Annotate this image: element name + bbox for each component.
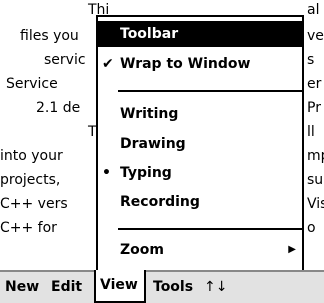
menu-separator-2 bbox=[118, 228, 302, 230]
menu-item-recording-label: Recording bbox=[120, 194, 200, 210]
menu-item-wrap-to-window[interactable]: ✔ Wrap to Window bbox=[98, 51, 302, 77]
doc-line-9: C++ vers bbox=[0, 196, 68, 212]
doc-right-fragment-10: o bbox=[307, 220, 316, 236]
menu-separator-1 bbox=[118, 90, 302, 92]
menu-item-typing[interactable]: • Typing bbox=[98, 160, 302, 186]
doc-line-8: projects, bbox=[0, 172, 61, 188]
up-down-arrows-icon[interactable]: ↑↓ bbox=[204, 272, 227, 303]
menu-item-recording[interactable]: Recording bbox=[98, 189, 302, 215]
doc-right-fragment-7: mp bbox=[307, 148, 324, 164]
doc-right-fragment-9: Vis bbox=[307, 196, 324, 212]
menu-item-zoom-label: Zoom bbox=[120, 242, 164, 258]
doc-right-fragment-3: s bbox=[307, 52, 315, 68]
menu-item-toolbar-label: Toolbar bbox=[120, 26, 179, 42]
doc-right-fragment-5: Pr bbox=[307, 100, 321, 116]
checkmark-icon: ✔ bbox=[102, 56, 114, 72]
menu-item-writing[interactable]: Writing bbox=[98, 101, 302, 127]
menu-view[interactable]: View bbox=[94, 270, 146, 303]
doc-line-5: 2.1 de bbox=[36, 100, 81, 116]
menu-item-zoom[interactable]: Zoom ▶ bbox=[98, 237, 302, 263]
view-menu: Toolbar ✔ Wrap to Window Writing Drawing… bbox=[96, 15, 304, 272]
doc-line-7: into your bbox=[0, 148, 63, 164]
bullet-icon: • bbox=[102, 165, 111, 181]
doc-right-fragment-4: er bbox=[307, 76, 322, 92]
menu-item-writing-label: Writing bbox=[120, 106, 179, 122]
doc-line-2: files you bbox=[20, 28, 79, 44]
doc-right-fragment-8: su bbox=[307, 172, 324, 188]
doc-line-4: Service bbox=[6, 76, 58, 92]
menu-new[interactable]: New bbox=[5, 272, 39, 303]
menu-tools[interactable]: Tools bbox=[153, 272, 193, 303]
doc-right-fragment-6: ll bbox=[307, 124, 315, 140]
doc-right-fragment-1: al bbox=[307, 2, 320, 18]
menu-item-typing-label: Typing bbox=[120, 165, 172, 181]
menu-item-drawing[interactable]: Drawing bbox=[98, 131, 302, 157]
menu-item-drawing-label: Drawing bbox=[120, 136, 186, 152]
menu-item-wrap-label: Wrap to Window bbox=[120, 56, 251, 72]
menu-item-toolbar[interactable]: Toolbar bbox=[98, 21, 302, 47]
menu-bar: New Edit View Tools ↑↓ bbox=[0, 270, 324, 303]
menu-edit[interactable]: Edit bbox=[51, 272, 82, 303]
doc-line-10: C++ for bbox=[0, 220, 57, 236]
doc-line-3: servic bbox=[44, 52, 86, 68]
doc-right-fragment-2: ve bbox=[307, 28, 324, 44]
submenu-arrow-icon: ▶ bbox=[288, 244, 296, 255]
